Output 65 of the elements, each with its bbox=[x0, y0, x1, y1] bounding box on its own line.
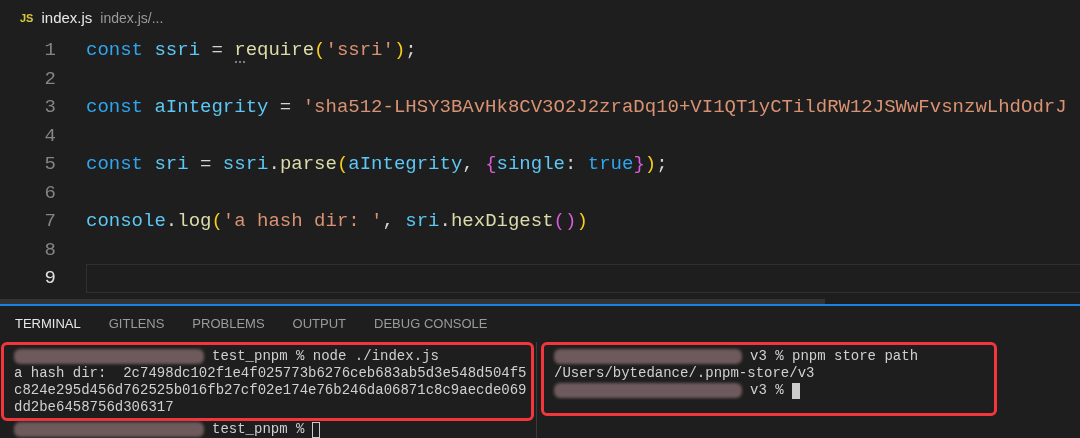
code-token: sri bbox=[405, 209, 440, 234]
terminal-line: a hash dir: 2c7498dc102f1e4f025773b6276ceb683ab5d3e548d504f5 bbox=[14, 364, 527, 383]
code-token: ) bbox=[576, 209, 588, 234]
panel-tab[interactable]: OUTPUT bbox=[292, 314, 347, 334]
code-token: : bbox=[564, 152, 578, 177]
file-tab-title[interactable]: index.js bbox=[41, 6, 93, 30]
code-token: const bbox=[86, 38, 144, 63]
code-token: console bbox=[86, 209, 166, 234]
panel-tab[interactable]: DEBUG CONSOLE bbox=[374, 314, 488, 334]
code-token: . bbox=[165, 209, 178, 234]
code-token: 'ssri' bbox=[325, 38, 394, 63]
code-token: 'sha512-LHSY3BAvHk8CV3O2J2zraDq10+VI1QT1yCTildRW12JSWwFvsnzwLhdOdrJ bbox=[302, 95, 1067, 120]
line-number: 1 bbox=[43, 38, 56, 63]
terminal-line: c824e295d456d762525b016fb27cf02e174e76b246da06871c8c9aecde069 bbox=[14, 381, 527, 400]
code-token: { bbox=[485, 152, 497, 177]
code-token: true bbox=[587, 152, 634, 177]
panel-tab[interactable]: TERMINAL bbox=[15, 314, 81, 334]
code-token: ssri bbox=[222, 152, 269, 177]
breadcrumb-path[interactable]: index.js/... bbox=[100, 7, 164, 29]
code-token: , bbox=[382, 209, 395, 234]
code-token: sri bbox=[154, 152, 189, 177]
line-number: 2 bbox=[43, 66, 56, 92]
line-number: 9 bbox=[43, 266, 56, 291]
line-number: 5 bbox=[43, 152, 56, 177]
terminal-line: v3 % bbox=[750, 381, 784, 400]
code-token: parse bbox=[279, 152, 337, 177]
code-token: ) bbox=[644, 152, 657, 177]
terminal-line: /Users/bytedance/.pnpm-store/v3 bbox=[554, 364, 815, 383]
code-token: ssri bbox=[154, 38, 201, 63]
code-token: ; bbox=[405, 38, 417, 63]
code-token: const bbox=[86, 152, 144, 177]
code-token: const bbox=[86, 95, 144, 120]
code-token: ( bbox=[336, 152, 349, 177]
code-token: = bbox=[278, 95, 293, 120]
terminal-line: test_pnpm % bbox=[212, 420, 305, 438]
code-token: . bbox=[268, 152, 280, 177]
code-token: hexDigest bbox=[450, 209, 554, 234]
terminal-line: dd2be6458756d306317 bbox=[14, 398, 174, 417]
code-token: aIntegrity bbox=[348, 152, 463, 177]
code-token: } bbox=[633, 152, 645, 177]
panel-tab[interactable]: GITLENS bbox=[108, 314, 165, 334]
code-token: ; bbox=[656, 152, 668, 177]
code-token: . bbox=[439, 209, 451, 234]
code-token: single bbox=[496, 152, 565, 177]
line-number: 6 bbox=[43, 180, 56, 206]
terminal-line: v3 % pnpm store path bbox=[750, 347, 919, 366]
file-type-icon: JS bbox=[20, 9, 34, 27]
code-token: , bbox=[462, 152, 475, 177]
scrollbar-thumb[interactable] bbox=[0, 299, 825, 304]
line-number: 8 bbox=[43, 237, 56, 263]
line-number: 7 bbox=[43, 209, 56, 234]
line-number: 3 bbox=[43, 95, 56, 120]
panel-tab[interactable]: PROBLEMS bbox=[192, 314, 265, 334]
code-token: ( bbox=[211, 209, 223, 234]
code-token: () bbox=[553, 209, 577, 234]
code-token: aIntegrity bbox=[154, 95, 269, 120]
code-token: 'a hash dir: ' bbox=[222, 209, 383, 234]
code-token: require bbox=[234, 36, 315, 65]
code-token: = bbox=[199, 152, 213, 177]
code-token: log bbox=[177, 209, 212, 234]
code-token: ) bbox=[393, 38, 406, 63]
code-token: = bbox=[210, 38, 224, 63]
code-token: ( bbox=[314, 38, 326, 63]
terminal-line: test_pnpm % node ./index.js bbox=[212, 347, 439, 366]
line-number: 4 bbox=[43, 123, 56, 149]
